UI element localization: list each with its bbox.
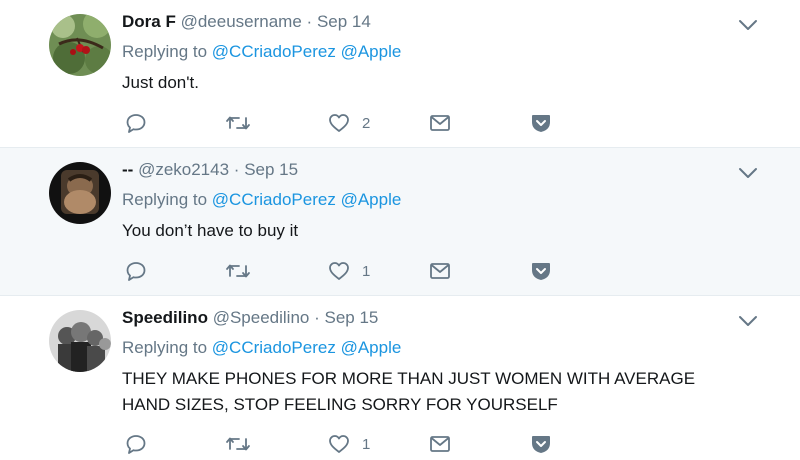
direct-message-icon[interactable] (429, 434, 451, 454)
mention-link[interactable]: @CCriadoPerez (212, 190, 336, 209)
like-count: 2 (362, 115, 371, 132)
tweet-text: Just don't. (122, 73, 199, 92)
tweet-text: THEY MAKE PHONES FOR MORE THAN JUST WOME… (122, 366, 742, 418)
replying-prefix: Replying to (122, 190, 208, 209)
replying-to: Replying to @CCriadoPerez @Apple (122, 338, 401, 358)
retweet-icon[interactable] (225, 112, 251, 134)
tweet-1[interactable]: Dora F @deeusername · Sep 14 Replying to… (0, 0, 800, 147)
tweet-2[interactable]: -- @zeko2143 · Sep 15 Replying to @CCria… (0, 148, 800, 295)
dot-separator: · (314, 308, 320, 327)
mention-link[interactable]: @Apple (341, 338, 402, 357)
avatar[interactable] (49, 14, 111, 76)
mention-link[interactable]: @Apple (341, 42, 402, 61)
mention-link[interactable]: @Apple (341, 190, 402, 209)
user-handle[interactable]: @Speedilino (213, 308, 310, 327)
replying-to: Replying to @CCriadoPerez @Apple (122, 190, 401, 210)
tweet-header: Speedilino @Speedilino · Sep 15 (122, 308, 378, 328)
dot-separator: · (233, 160, 240, 179)
user-handle[interactable]: @deeusername (181, 12, 302, 31)
tweet-text-line: THEY MAKE PHONES FOR MORE THAN JUST WOME… (122, 369, 696, 388)
avatar[interactable] (49, 162, 111, 224)
tweet-text-line: HAND SIZES, STOP FEELING SORRY FOR YOURS… (122, 395, 558, 414)
mention-link[interactable]: @CCriadoPerez (212, 42, 336, 61)
reply-icon[interactable] (125, 433, 147, 455)
like-count: 1 (362, 436, 371, 453)
pocket-save-icon[interactable] (530, 260, 552, 282)
tweet-text: You don’t have to buy it (122, 221, 299, 240)
display-name[interactable]: -- (122, 160, 133, 179)
dot-separator: · (306, 12, 313, 31)
display-name[interactable]: Speedilino (122, 308, 208, 327)
retweet-icon[interactable] (225, 433, 251, 455)
display-name[interactable]: Dora F (122, 12, 176, 31)
tweet-date[interactable]: Sep 14 (317, 12, 371, 31)
direct-message-icon[interactable] (429, 261, 451, 281)
pocket-save-icon[interactable] (530, 112, 552, 134)
like-heart-icon[interactable] (328, 112, 350, 134)
user-handle[interactable]: @zeko2143 (138, 160, 229, 179)
reply-icon[interactable] (125, 260, 147, 282)
replying-prefix: Replying to (122, 338, 208, 357)
avatar[interactable] (49, 310, 111, 372)
pocket-save-icon[interactable] (530, 433, 552, 455)
replying-to: Replying to @CCriadoPerez @Apple (122, 42, 401, 62)
chevron-down-icon[interactable] (738, 166, 758, 180)
reply-icon[interactable] (125, 112, 147, 134)
retweet-icon[interactable] (225, 260, 251, 282)
tweet-date[interactable]: Sep 15 (244, 160, 298, 179)
replying-prefix: Replying to (122, 42, 208, 61)
direct-message-icon[interactable] (429, 113, 451, 133)
like-heart-icon[interactable] (328, 260, 350, 282)
like-count: 1 (362, 263, 371, 280)
tweet-header: -- @zeko2143 · Sep 15 (122, 160, 298, 180)
mention-link[interactable]: @CCriadoPerez (212, 338, 336, 357)
chevron-down-icon[interactable] (738, 18, 758, 32)
tweet-header: Dora F @deeusername · Sep 14 (122, 12, 371, 32)
chevron-down-icon[interactable] (738, 314, 758, 328)
like-heart-icon[interactable] (328, 433, 350, 455)
tweet-date[interactable]: Sep 15 (325, 308, 379, 327)
tweet-3[interactable]: Speedilino @Speedilino · Sep 15 Replying… (0, 296, 800, 460)
